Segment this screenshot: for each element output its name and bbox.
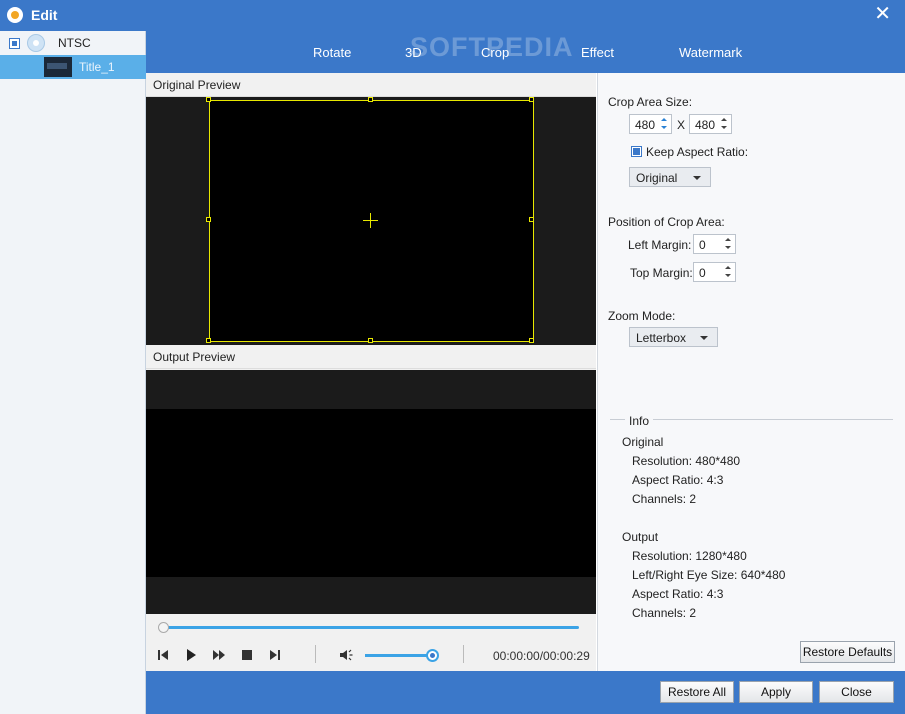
- close-button[interactable]: Close: [819, 681, 894, 703]
- crop-width-value: 480: [635, 118, 656, 132]
- output-eye-size: Left/Right Eye Size: 640*480: [632, 568, 786, 582]
- collapse-toggle-icon[interactable]: [9, 38, 20, 49]
- tab-crop[interactable]: Crop: [481, 45, 509, 60]
- output-preview-label: Output Preview: [146, 345, 596, 369]
- crop-handle-top[interactable]: [368, 97, 373, 102]
- divider: [463, 645, 464, 663]
- video-frame: [146, 409, 596, 577]
- left-margin-label: Left Margin:: [628, 238, 692, 252]
- crop-area-size-label: Crop Area Size:: [608, 95, 693, 109]
- volume-track[interactable]: [365, 654, 435, 657]
- spin-arrows-icon[interactable]: [724, 237, 732, 251]
- aspect-ratio-value: Original: [636, 171, 678, 185]
- restore-defaults-button[interactable]: Restore Defaults: [800, 641, 895, 663]
- original-heading: Original: [622, 435, 664, 449]
- tab-rotate[interactable]: Rotate: [313, 45, 351, 60]
- output-resolution: Resolution: 1280*480: [632, 549, 747, 563]
- video-thumbnail: [44, 57, 72, 77]
- zoom-mode-label: Zoom Mode:: [608, 309, 676, 323]
- dimension-separator: X: [677, 118, 686, 132]
- keep-aspect-checkbox[interactable]: [631, 146, 642, 157]
- crop-handle-right[interactable]: [529, 217, 534, 222]
- crop-handle-bottom[interactable]: [368, 338, 373, 343]
- top-margin-value: 0: [699, 266, 706, 280]
- original-aspect: Aspect Ratio: 4:3: [632, 473, 724, 487]
- tree-item-disc[interactable]: NTSC: [0, 31, 146, 55]
- footer-bar: Restore All Apply Close: [146, 671, 905, 714]
- left-margin-stepper[interactable]: 0: [693, 234, 736, 254]
- crop-frame[interactable]: [209, 100, 534, 342]
- output-preview: [146, 370, 596, 614]
- crop-handle-top-left[interactable]: [206, 97, 211, 102]
- crosshair-icon: [370, 213, 371, 228]
- keep-aspect-label: Keep Aspect Ratio:: [646, 145, 749, 159]
- zoom-mode-select[interactable]: Letterbox: [629, 327, 718, 347]
- left-margin-value: 0: [699, 238, 706, 252]
- spin-arrows-icon[interactable]: [720, 117, 728, 131]
- timecode: 00:00:00/00:00:29: [493, 649, 590, 663]
- fast-forward-icon[interactable]: [212, 648, 226, 662]
- restore-all-button[interactable]: Restore All: [660, 681, 734, 703]
- original-preview: [146, 97, 596, 345]
- tab-bar: Rotate 3D Crop Effect Watermark: [146, 31, 905, 73]
- output-heading: Output: [622, 530, 659, 544]
- crop-handle-top-right[interactable]: [529, 97, 534, 102]
- aspect-ratio-select[interactable]: Original: [629, 167, 711, 187]
- crop-settings-panel: Crop Area Size: 480 X 480 Keep Aspect Ra…: [597, 73, 905, 671]
- original-resolution: Resolution: 480*480: [632, 454, 741, 468]
- disc-icon: [27, 34, 45, 52]
- crop-handle-bottom-right[interactable]: [529, 338, 534, 343]
- title-bar: Edit ✕: [0, 0, 905, 31]
- tab-3d[interactable]: 3D: [405, 45, 422, 60]
- skip-next-icon[interactable]: [268, 648, 282, 662]
- zoom-mode-value: Letterbox: [636, 331, 687, 345]
- volume-handle[interactable]: [426, 649, 440, 662]
- timeline: [146, 614, 596, 640]
- playback-controls: 00:00:00/00:00:29: [146, 640, 596, 671]
- divider: [315, 645, 316, 663]
- crop-height-stepper[interactable]: 480: [689, 114, 732, 134]
- tab-effect[interactable]: Effect: [581, 45, 614, 60]
- progress-handle[interactable]: [158, 622, 169, 633]
- info-title: Info: [625, 414, 654, 428]
- crop-handle-bottom-left[interactable]: [206, 338, 211, 343]
- skip-previous-icon[interactable]: [156, 648, 170, 662]
- chevron-down-icon: [700, 336, 708, 340]
- spin-arrows-icon[interactable]: [660, 117, 668, 131]
- output-aspect: Aspect Ratio: 4:3: [632, 587, 724, 601]
- source-tree: NTSC Title_1: [0, 31, 146, 714]
- chevron-down-icon: [693, 176, 701, 180]
- position-crop-label: Position of Crop Area:: [608, 215, 725, 229]
- preview-area: Original Preview Output Preview 00:00:00…: [146, 73, 596, 671]
- crop-width-stepper[interactable]: 480: [629, 114, 672, 134]
- output-channels: Channels: 2: [632, 606, 697, 620]
- top-margin-stepper[interactable]: 0: [693, 262, 736, 282]
- top-margin-label: Top Margin:: [630, 266, 693, 280]
- tree-item-label: Title_1: [79, 60, 115, 74]
- app-logo-icon: [7, 7, 23, 23]
- tab-watermark[interactable]: Watermark: [679, 45, 742, 60]
- crop-height-value: 480: [695, 118, 716, 132]
- window-title: Edit: [31, 7, 58, 23]
- progress-track[interactable]: [162, 626, 579, 629]
- play-icon[interactable]: [184, 648, 198, 662]
- stop-icon[interactable]: [240, 648, 254, 662]
- tree-item-title[interactable]: Title_1: [0, 55, 146, 79]
- spin-arrows-icon[interactable]: [724, 265, 732, 279]
- close-icon[interactable]: ✕: [874, 4, 891, 24]
- original-channels: Channels: 2: [632, 492, 697, 506]
- tree-item-label: NTSC: [58, 36, 91, 50]
- crop-handle-left[interactable]: [206, 217, 211, 222]
- apply-button[interactable]: Apply: [739, 681, 813, 703]
- volume-icon[interactable]: [339, 648, 355, 662]
- original-preview-label: Original Preview: [146, 73, 596, 97]
